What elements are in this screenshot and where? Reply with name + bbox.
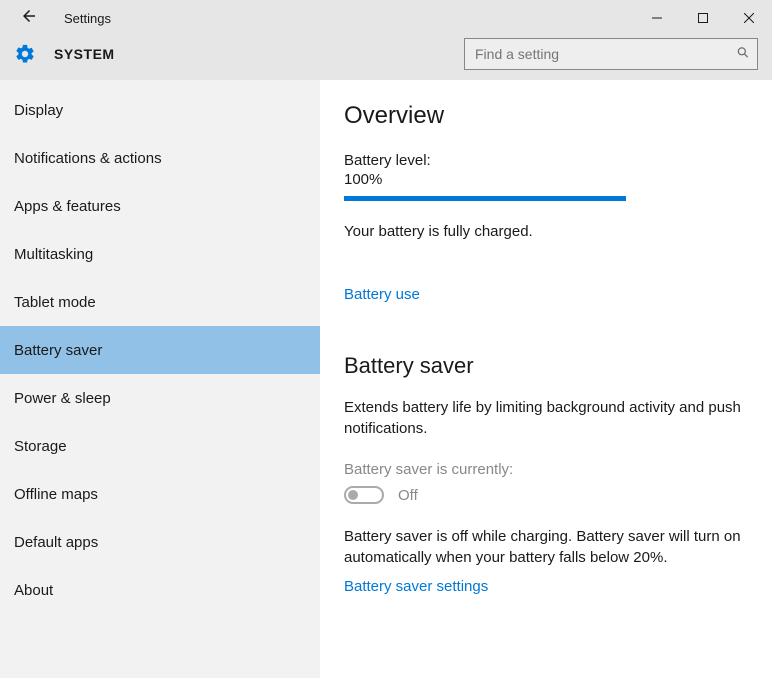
battery-level-label: Battery level: bbox=[344, 152, 748, 169]
battery-progress-bar bbox=[344, 196, 626, 201]
sidebar-item-multitasking[interactable]: Multitasking bbox=[0, 230, 320, 278]
sidebar-item-display[interactable]: Display bbox=[0, 86, 320, 134]
maximize-button[interactable] bbox=[680, 0, 726, 36]
sidebar-item-label: Power & sleep bbox=[14, 390, 111, 407]
sidebar-item-label: Default apps bbox=[14, 534, 98, 551]
battery-saver-description: Extends battery life by limiting backgro… bbox=[344, 397, 748, 439]
sidebar-item-storage[interactable]: Storage bbox=[0, 422, 320, 470]
sidebar-item-apps-features[interactable]: Apps & features bbox=[0, 182, 320, 230]
sidebar-item-battery-saver[interactable]: Battery saver bbox=[0, 326, 320, 374]
sidebar-item-label: Battery saver bbox=[14, 342, 102, 359]
header: SYSTEM bbox=[0, 36, 772, 80]
minimize-button[interactable] bbox=[634, 0, 680, 36]
sidebar-item-tablet-mode[interactable]: Tablet mode bbox=[0, 278, 320, 326]
sidebar-item-label: About bbox=[14, 582, 53, 599]
sidebar-item-label: Tablet mode bbox=[14, 294, 96, 311]
overview-heading: Overview bbox=[344, 102, 748, 130]
sidebar-item-notifications-actions[interactable]: Notifications & actions bbox=[0, 134, 320, 182]
sidebar: Display Notifications & actions Apps & fea… bbox=[0, 80, 320, 678]
sidebar-item-label: Display bbox=[14, 102, 63, 119]
battery-level-value: 100% bbox=[344, 171, 748, 188]
sidebar-item-label: Offline maps bbox=[14, 486, 98, 503]
battery-saver-toggle[interactable] bbox=[344, 486, 384, 504]
battery-saver-settings-link[interactable]: Battery saver settings bbox=[344, 578, 488, 595]
toggle-knob bbox=[348, 490, 358, 500]
sidebar-item-offline-maps[interactable]: Offline maps bbox=[0, 470, 320, 518]
battery-saver-currently-label: Battery saver is currently: bbox=[344, 461, 748, 478]
battery-saver-heading: Battery saver bbox=[344, 353, 748, 379]
sidebar-item-about[interactable]: About bbox=[0, 566, 320, 614]
back-button[interactable] bbox=[20, 7, 44, 30]
arrow-left-icon bbox=[20, 7, 38, 25]
gear-icon bbox=[14, 43, 36, 65]
search-input[interactable] bbox=[464, 38, 758, 70]
battery-saver-toggle-label: Off bbox=[398, 487, 418, 504]
maximize-icon bbox=[698, 13, 708, 23]
title-bar: Settings bbox=[0, 0, 772, 36]
sidebar-item-default-apps[interactable]: Default apps bbox=[0, 518, 320, 566]
battery-status: Your battery is fully charged. bbox=[344, 223, 748, 240]
sidebar-item-label: Multitasking bbox=[14, 246, 93, 263]
minimize-icon bbox=[652, 13, 662, 23]
window-title: Settings bbox=[64, 11, 111, 26]
content: Overview Battery level: 100% Your batter… bbox=[320, 80, 772, 678]
system-label: SYSTEM bbox=[54, 46, 115, 62]
sidebar-item-power-sleep[interactable]: Power & sleep bbox=[0, 374, 320, 422]
close-icon bbox=[744, 13, 754, 23]
window-controls bbox=[634, 0, 772, 36]
battery-saver-note: Battery saver is off while charging. Bat… bbox=[344, 526, 748, 568]
sidebar-item-label: Notifications & actions bbox=[14, 150, 162, 167]
close-button[interactable] bbox=[726, 0, 772, 36]
sidebar-item-label: Storage bbox=[14, 438, 67, 455]
battery-use-link[interactable]: Battery use bbox=[344, 286, 420, 303]
sidebar-item-label: Apps & features bbox=[14, 198, 121, 215]
